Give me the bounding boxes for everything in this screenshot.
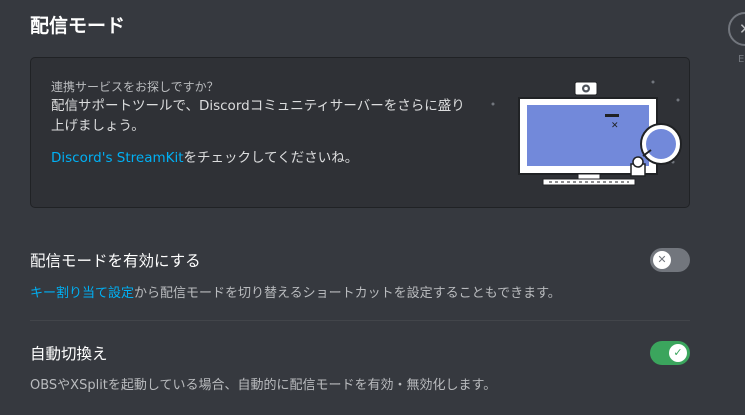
svg-text:✕: ✕ — [611, 121, 619, 131]
close-hint: E — [738, 54, 745, 65]
auto-toggle-switch[interactable]: ✓ — [650, 341, 690, 365]
setting-title-streamer-mode: 配信モードを有効にする — [30, 252, 201, 270]
streamkit-promo-card: 連携サービスをお探しですか？ 配信サポートツールで、Discordコミュニティサ… — [30, 57, 690, 208]
setting-desc-text: から配信モードを切り替えるショートカットを設定することもできます。 — [134, 286, 561, 301]
close-area[interactable]: ✕ E — [728, 12, 745, 72]
setting-title-auto-toggle: 自動切換え — [30, 345, 108, 363]
promo-heading: 連携サービスをお探しですか？ — [51, 80, 219, 94]
promo-link-suffix: をチェックしてくださいね。 — [183, 150, 359, 166]
promo-text: 配信サポートツールで、Discordコミュニティサーバーをさらに盛り上げましょう… — [51, 98, 465, 134]
streaming-illustration-icon: ✕ — [491, 80, 682, 186]
promo-link-line: Discord's StreamKitをチェックしてくださいね。 — [51, 146, 358, 166]
checkmark-icon: ✓ — [669, 344, 687, 362]
setting-desc-streamer-mode: キー割り当て設定から配信モードを切り替えるショートカットを設定することもできます… — [30, 282, 561, 301]
page-title: 配信モード — [30, 15, 126, 37]
toggle-off-icon: ✕ — [653, 251, 671, 269]
setting-desc-auto-toggle: OBSやXSplitを起動している場合、自動的に配信モードを有効・無効化します。 — [30, 378, 497, 393]
streamer-mode-toggle[interactable]: ✕ — [650, 248, 690, 272]
streamkit-link[interactable]: Discord's StreamKit — [51, 150, 184, 166]
divider — [30, 320, 690, 321]
keybind-settings-link[interactable]: キー割り当て設定 — [30, 286, 134, 301]
close-icon[interactable]: ✕ — [728, 12, 745, 46]
